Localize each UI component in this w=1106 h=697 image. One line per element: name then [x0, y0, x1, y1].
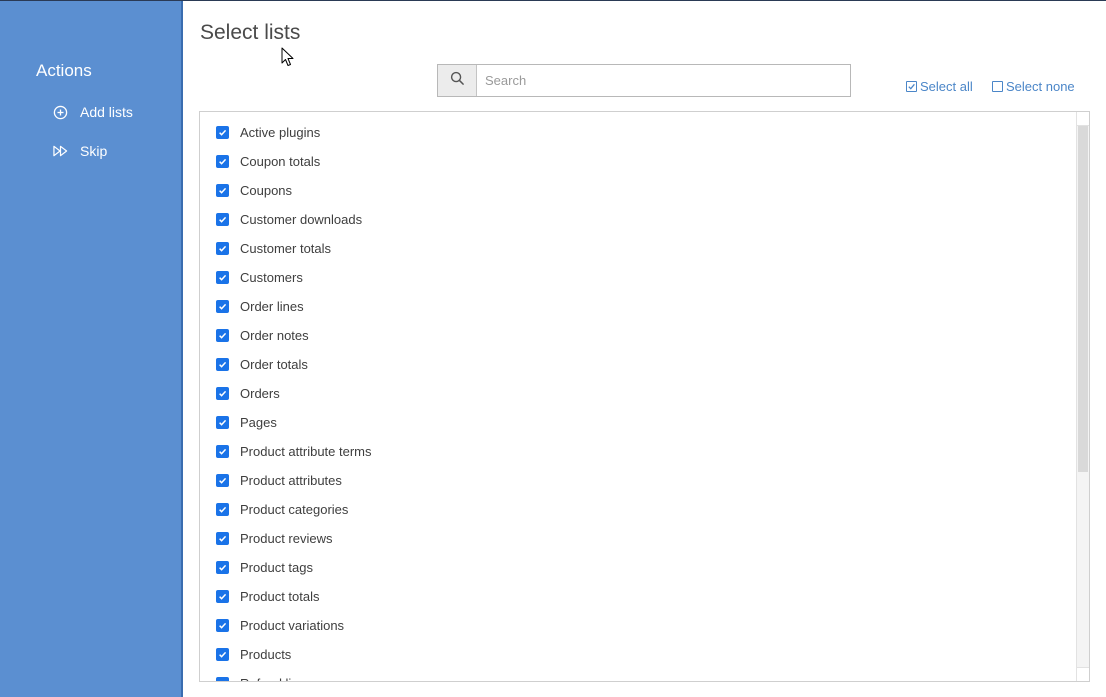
lists-container: Active plugins Coupon totals Coupons Custom…	[200, 112, 1075, 681]
plus-circle-icon	[52, 104, 68, 120]
select-none-label: Select none	[1006, 78, 1075, 94]
skip-button[interactable]: Skip	[52, 140, 107, 162]
checkbox-checked-icon[interactable]	[216, 183, 229, 197]
checkbox-checked-icon[interactable]	[216, 328, 229, 342]
search-input[interactable]	[477, 65, 850, 96]
checkbox-checked-icon[interactable]	[216, 502, 229, 516]
checkbox-checked-icon[interactable]	[216, 531, 229, 545]
list-item-label: Product attributes	[240, 472, 342, 488]
checked-box-icon	[906, 80, 917, 92]
checkbox-checked-icon[interactable]	[216, 473, 229, 487]
list-item-label: Order notes	[240, 327, 309, 343]
list-item-label: Customer totals	[240, 240, 332, 256]
select-none-button[interactable]: Select none	[992, 77, 1075, 95]
list-item[interactable]: Products	[216, 644, 291, 664]
scroll-down-arrow[interactable]	[1077, 667, 1089, 681]
checkbox-checked-icon[interactable]	[216, 386, 229, 400]
list-item-label: Order lines	[240, 298, 304, 314]
main-content: Select lists Select all	[183, 1, 1106, 697]
list-item[interactable]: Customer totals	[216, 238, 331, 258]
list-item-label: Product reviews	[240, 530, 333, 546]
list-item-label: Product categories	[240, 501, 349, 517]
list-item-label: Coupons	[240, 182, 293, 198]
list-item-label: Product totals	[240, 588, 320, 604]
list-item[interactable]: Refund lines	[216, 673, 312, 681]
list-item[interactable]: Product tags	[216, 557, 313, 577]
scroll-up-arrow[interactable]	[1077, 112, 1089, 126]
list-item[interactable]: Product categories	[216, 499, 348, 519]
page-title: Select lists	[200, 21, 301, 44]
list-item[interactable]: Customer downloads	[216, 209, 362, 229]
mouse-cursor-icon	[281, 47, 295, 72]
list-item-label: Coupon totals	[240, 153, 321, 169]
list-item[interactable]: Order notes	[216, 325, 309, 345]
list-item[interactable]: Active plugins	[216, 122, 320, 142]
list-item[interactable]: Product attributes	[216, 470, 342, 490]
list-item-label: Product variations	[240, 617, 345, 633]
app-window: Actions Add lists Skip Select lists Sear…	[0, 0, 1106, 697]
list-item[interactable]: Orders	[216, 383, 280, 403]
list-item[interactable]: Order lines	[216, 296, 304, 316]
fast-forward-icon	[52, 143, 68, 159]
list-item[interactable]: Product attribute terms	[216, 441, 372, 461]
checkbox-checked-icon[interactable]	[216, 270, 229, 284]
list-item-label: Active plugins	[240, 124, 321, 140]
list-item[interactable]: Product reviews	[216, 528, 332, 548]
checkbox-checked-icon[interactable]	[216, 676, 229, 681]
list-item-label: Customer downloads	[240, 211, 363, 227]
checkbox-checked-icon[interactable]	[216, 618, 229, 632]
list-item[interactable]: Pages	[216, 412, 277, 432]
checkbox-checked-icon[interactable]	[216, 212, 229, 226]
checkbox-checked-icon[interactable]	[216, 299, 229, 313]
checkbox-checked-icon[interactable]	[216, 125, 229, 139]
checkbox-checked-icon[interactable]	[216, 560, 229, 574]
list-item[interactable]: Product totals	[216, 586, 320, 606]
search-box	[437, 64, 851, 97]
list-item-label: Product attribute terms	[240, 443, 372, 459]
sidebar: Actions Add lists Skip	[0, 1, 183, 697]
add-lists-button[interactable]: Add lists	[52, 101, 133, 123]
list-item[interactable]: Coupons	[216, 180, 292, 200]
list-item[interactable]: Customers	[216, 267, 303, 287]
list-item[interactable]: Coupon totals	[216, 151, 320, 171]
checkbox-checked-icon[interactable]	[216, 241, 229, 255]
checkbox-checked-icon[interactable]	[216, 415, 229, 429]
list-item-label: Pages	[240, 414, 277, 430]
scroll-thumb[interactable]	[1078, 126, 1088, 472]
empty-box-icon	[992, 80, 1003, 92]
search-button[interactable]	[438, 65, 477, 96]
list-item[interactable]: Order totals	[216, 354, 308, 374]
list-item-label: Refund lines	[240, 676, 312, 682]
list-item-label: Order totals	[240, 356, 308, 372]
search-icon	[450, 71, 465, 91]
list-item-label: Product tags	[240, 559, 313, 575]
checkbox-checked-icon[interactable]	[216, 444, 229, 458]
checkbox-checked-icon[interactable]	[216, 154, 229, 168]
select-all-button[interactable]: Select all	[906, 77, 973, 95]
checkbox-checked-icon[interactable]	[216, 647, 229, 661]
add-lists-label: Add lists	[80, 104, 133, 120]
list-item-label: Orders	[240, 385, 280, 401]
list-item-label: Products	[240, 646, 292, 662]
checkbox-checked-icon[interactable]	[216, 589, 229, 603]
sidebar-title: Actions	[36, 61, 92, 80]
lists-panel: Active plugins Coupon totals Coupons Custom…	[199, 111, 1090, 682]
list-item[interactable]: Product variations	[216, 615, 344, 635]
list-item-label: Customers	[240, 269, 303, 285]
vertical-scrollbar[interactable]	[1076, 112, 1089, 681]
skip-label: Skip	[80, 143, 108, 159]
select-all-label: Select all	[920, 78, 973, 94]
checkbox-checked-icon[interactable]	[216, 357, 229, 371]
